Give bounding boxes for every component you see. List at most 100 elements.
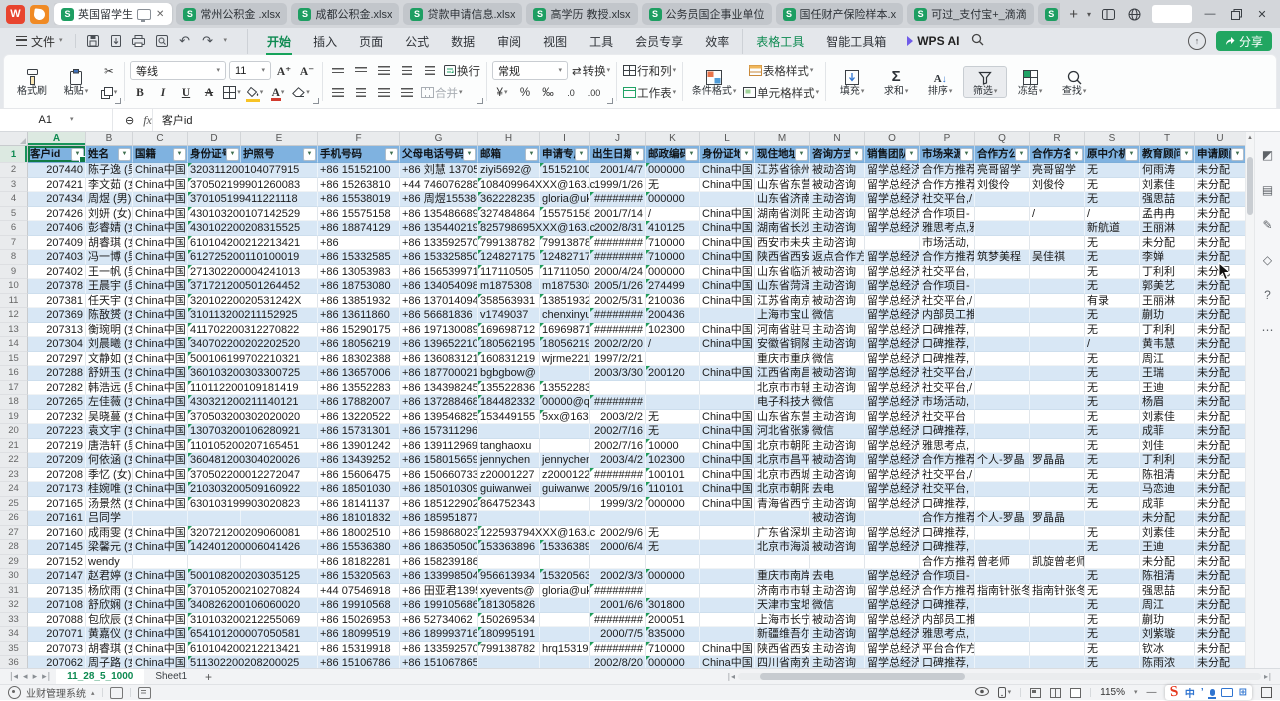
cell[interactable]: 舒妍玉 (女	[86, 366, 133, 381]
cell[interactable]: +86 1354866895	[400, 207, 478, 222]
worksheet-button[interactable]: 工作表▾	[622, 83, 677, 102]
cell[interactable]	[1030, 352, 1085, 367]
cell[interactable]: 口碑推荐,	[920, 337, 975, 352]
cell[interactable]	[241, 555, 318, 570]
filter-dropdown-icon[interactable]: ▼	[740, 148, 753, 161]
cell[interactable]: +86 13611860	[318, 308, 400, 323]
cell[interactable]	[540, 598, 590, 613]
cell[interactable]	[1085, 555, 1140, 570]
cell[interactable]: 207369	[28, 308, 86, 323]
row-number[interactable]: 17	[0, 381, 28, 396]
cell[interactable]: 370105200210270824	[188, 584, 241, 599]
cell[interactable]: 口碑推荐,	[920, 352, 975, 367]
cell[interactable]: 蒯玏	[1140, 613, 1195, 628]
close-tab-icon[interactable]: ✕	[155, 9, 165, 20]
row-number[interactable]: 31	[0, 584, 28, 599]
row-number[interactable]: 6	[0, 221, 28, 236]
cell[interactable]: +86 15731301	[318, 424, 400, 439]
format-painter-button[interactable]: 格式刷	[11, 67, 53, 97]
cell[interactable]: 无	[646, 526, 700, 541]
cell[interactable]: 207145	[28, 540, 86, 555]
row-number[interactable]: 2	[0, 163, 28, 178]
cell[interactable]: +86 周煜155380	[400, 192, 478, 207]
cell[interactable]: 被动咨询	[810, 613, 865, 628]
zoom-formula-icon[interactable]: ⊖	[125, 114, 134, 127]
cell[interactable]: +86 13851932	[318, 294, 400, 309]
cell[interactable]: 未分配	[1195, 192, 1246, 207]
cell[interactable]: +86 1991056866	[400, 598, 478, 613]
cell[interactable]: 合作方推荐	[920, 511, 975, 526]
cell[interactable]: 207223	[28, 424, 86, 439]
row-number[interactable]: 1	[0, 146, 28, 163]
cell[interactable]: 1999/3/2	[590, 497, 646, 512]
cell[interactable]: 无	[1085, 395, 1140, 410]
hscroll-left-icon[interactable]: ∣◂	[727, 672, 735, 681]
cell[interactable]: 1999/1/26	[590, 178, 646, 193]
cell[interactable]: China中国	[133, 439, 188, 454]
cell[interactable]: 207173	[28, 482, 86, 497]
paste-button[interactable]: 粘贴▾	[55, 67, 97, 97]
cell[interactable]: 2000/6/4	[590, 540, 646, 555]
cell[interactable]: 被动咨询	[810, 163, 865, 178]
cell[interactable]: 微信	[810, 598, 865, 613]
cell[interactable]: 合作方推荐	[920, 178, 975, 193]
cell[interactable]: China中国	[133, 366, 188, 381]
cell[interactable]: 凯旋曾老师	[1030, 555, 1085, 570]
cell[interactable]: 2000/4/24	[590, 265, 646, 280]
cell[interactable]	[1030, 294, 1085, 309]
cell[interactable]: 956613934	[478, 569, 540, 584]
cell[interactable]: 衡琬明 (女	[86, 323, 133, 338]
cell[interactable]: 成菲	[1140, 424, 1195, 439]
cell[interactable]: ziyi5692@	[478, 163, 540, 178]
tab-开始[interactable]: 开始	[256, 29, 302, 54]
cell[interactable]: 留学总经济	[865, 352, 920, 367]
cell[interactable]: 郭美艺	[1140, 279, 1195, 294]
cell[interactable]: 主动咨询	[810, 192, 865, 207]
cell[interactable]: 主动咨询	[810, 279, 865, 294]
row-number[interactable]: 27	[0, 526, 28, 541]
cell[interactable]: 亮哥留学	[975, 163, 1030, 178]
number-format-select[interactable]: 常规▾	[492, 61, 568, 80]
cell[interactable]: 864752343	[478, 497, 540, 512]
cell[interactable]: 主动咨询	[810, 410, 865, 425]
cell[interactable]: 108409964XXX@163.c	[478, 178, 540, 193]
cell[interactable]: 100101	[646, 468, 700, 483]
cell[interactable]	[540, 511, 590, 526]
cell[interactable]: 主动咨询	[810, 439, 865, 454]
zoom-level[interactable]: 115%	[1100, 687, 1125, 698]
cell[interactable]: +86 1343982452	[400, 381, 478, 396]
cell[interactable]: +86 1573112969	[400, 424, 478, 439]
cell[interactable]: 327484864	[478, 207, 540, 222]
cell[interactable]: 主动咨询	[810, 584, 865, 599]
cell[interactable]: 370105199411221118	[188, 192, 241, 207]
cell[interactable]: 180562195	[540, 337, 590, 352]
cell[interactable]: +86 1391129694	[400, 439, 478, 454]
cell[interactable]: 留学总经济	[865, 584, 920, 599]
filter-dropdown-icon[interactable]: ▼	[303, 148, 316, 161]
cell[interactable]: 2003/4/2	[590, 453, 646, 468]
select-all-corner[interactable]	[0, 132, 28, 146]
cell[interactable]	[700, 526, 755, 541]
scroll-up-icon[interactable]: ▲	[1247, 135, 1253, 141]
cell[interactable]: 杨欣雨 (女	[86, 584, 133, 599]
cell[interactable]: 主动咨询	[810, 337, 865, 352]
cell[interactable]: 留学总经济	[865, 178, 920, 193]
layout-mode-icon[interactable]	[1100, 6, 1116, 22]
cell[interactable]: 北京市朝阳	[755, 439, 810, 454]
cell[interactable]: 微信	[810, 395, 865, 410]
cell[interactable]: China中国	[133, 308, 188, 323]
cell[interactable]: China中国	[133, 540, 188, 555]
filter-dropdown-icon[interactable]: ▼	[1125, 148, 1138, 161]
cell[interactable]: 四川省南充	[755, 656, 810, 668]
column-header-J[interactable]: J	[590, 132, 646, 146]
cell[interactable]: 冯一博 (男	[86, 250, 133, 265]
edit-panel-icon[interactable]: ✎	[1262, 218, 1272, 232]
cell[interactable]: 刘晨曦 (女	[86, 337, 133, 352]
cell[interactable]: 500106199702210321	[188, 352, 241, 367]
cell[interactable]: China中国	[700, 410, 755, 425]
decrease-indent-button[interactable]	[397, 61, 417, 80]
cell[interactable]: 135522836	[540, 381, 590, 396]
cell[interactable]: 山东省菏泽	[755, 279, 810, 294]
filter-dropdown-icon[interactable]: ▼	[1070, 148, 1083, 161]
row-number[interactable]: 15	[0, 352, 28, 367]
